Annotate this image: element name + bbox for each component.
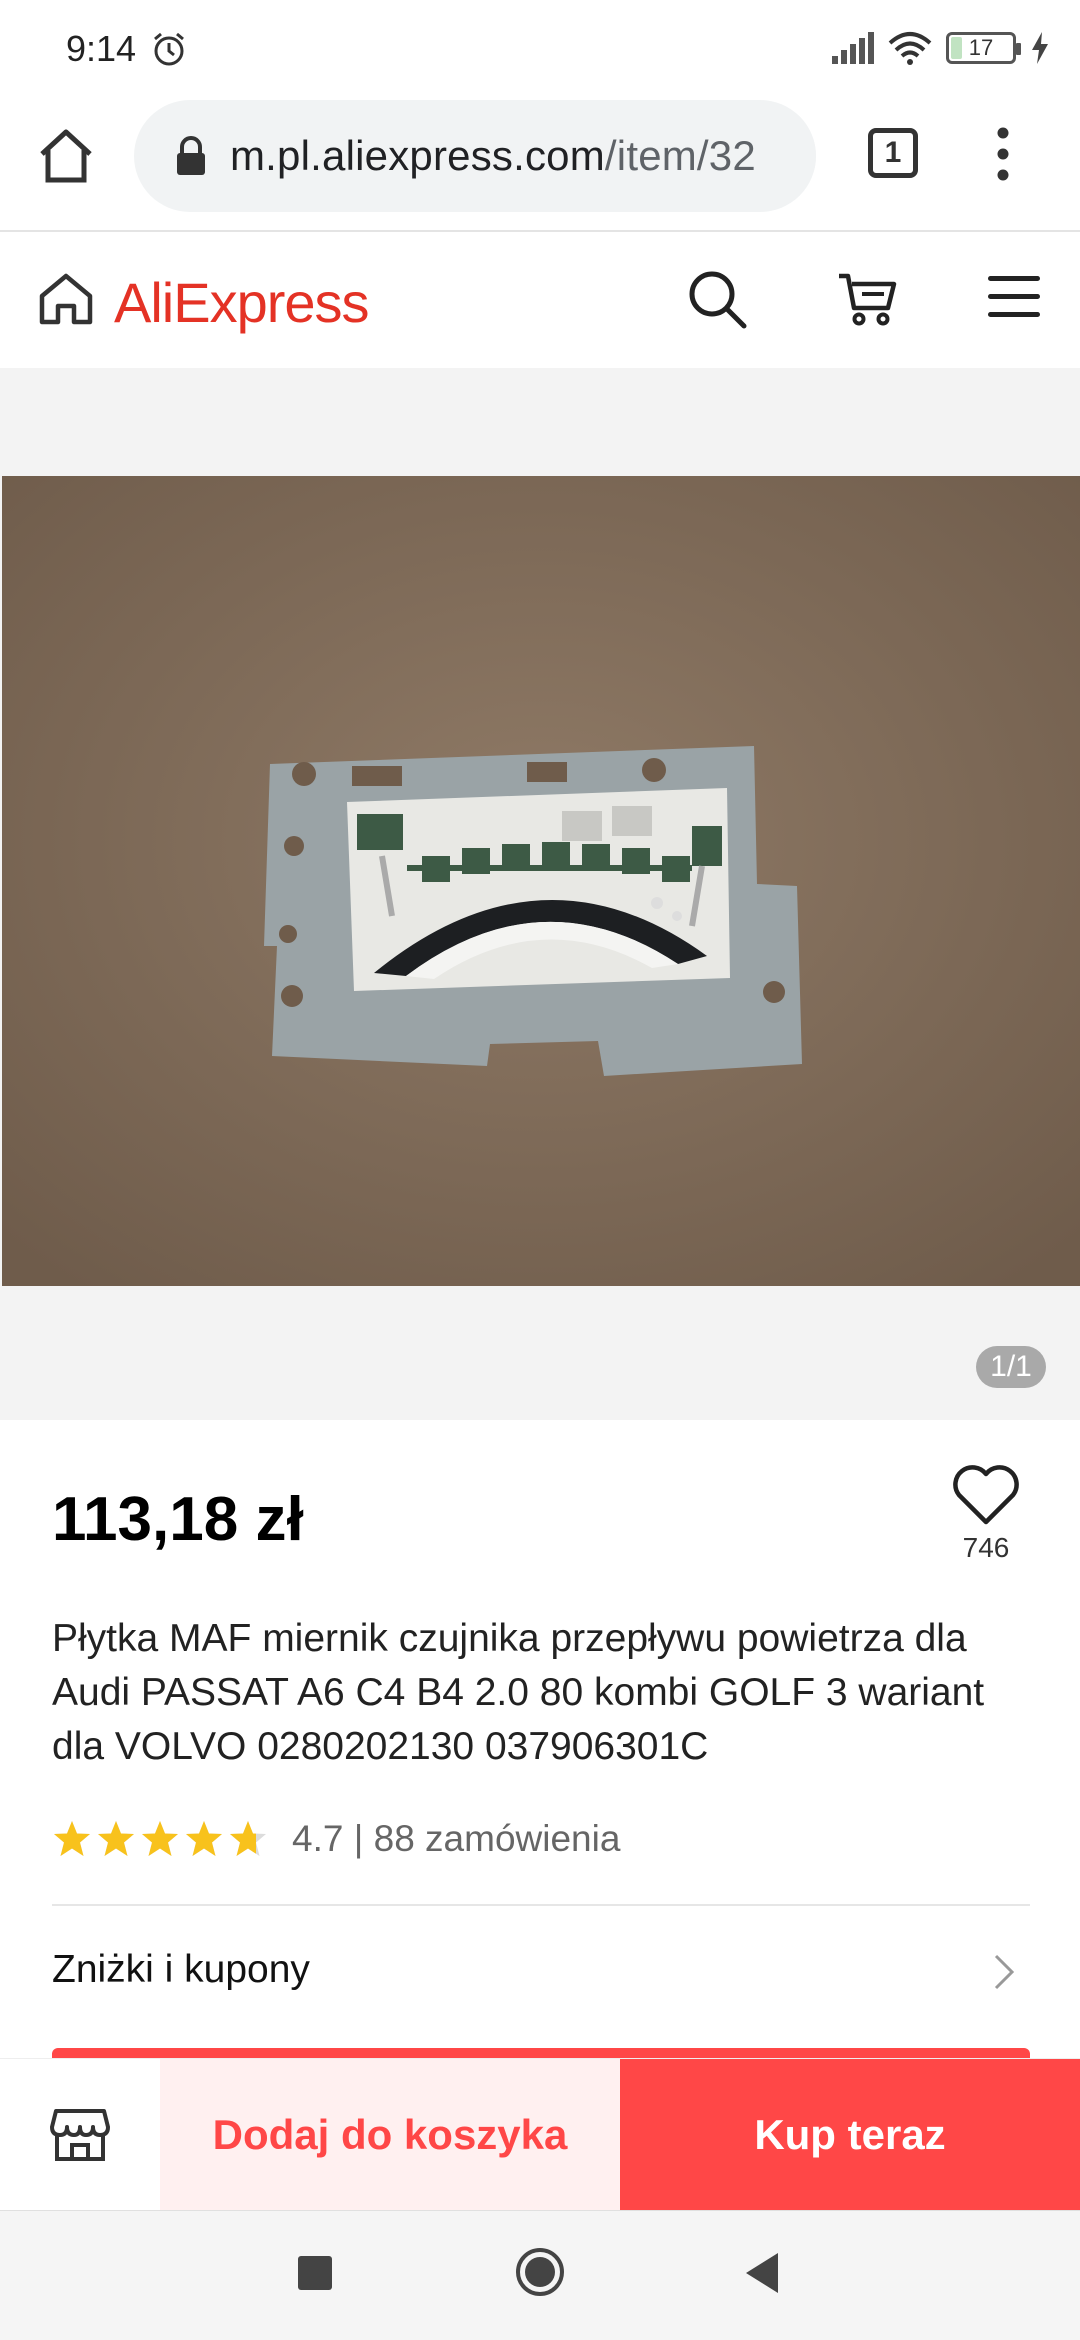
product-price: 113,18 zł — [52, 1485, 304, 1554]
store-icon — [50, 2109, 110, 2161]
site-home-icon[interactable] — [36, 268, 96, 328]
battery-level: 17 — [968, 35, 994, 60]
tabs-icon[interactable]: 1 — [868, 128, 918, 178]
cart-icon[interactable] — [836, 268, 898, 330]
rating-row[interactable]: 4.7 | 88 zamówienia — [52, 1814, 620, 1864]
chevron-right-icon — [994, 1954, 1015, 1990]
url-text: m.pl.aliexpress.com/item/32 — [230, 132, 756, 180]
orders-count: 88 zamówienia — [373, 1818, 621, 1859]
wishlist-count: 746 — [962, 1532, 1010, 1563]
wishlist-button[interactable]: 746 — [944, 1462, 1028, 1564]
star-icon — [142, 1821, 178, 1856]
product-title: Płytka MAF miernik czujnika przepływu po… — [52, 1617, 985, 1768]
system-nav-bar — [0, 2210, 1080, 2340]
browser-home-icon[interactable] — [36, 126, 96, 186]
browser-toolbar: m.pl.aliexpress.com/item/32 1 — [0, 96, 1080, 232]
url-host: m.pl.aliexpress.com — [230, 132, 605, 179]
url-path: /item/32 — [604, 132, 756, 179]
search-icon[interactable] — [686, 268, 748, 330]
star-icon — [230, 1821, 266, 1856]
star-icon — [98, 1821, 134, 1856]
recents-button[interactable] — [298, 2256, 332, 2290]
action-bar: Dodaj do koszyka Kup teraz — [0, 2058, 1080, 2211]
status-bar: 9:14 17 — [0, 0, 1080, 96]
add-to-cart-button[interactable]: Dodaj do koszyka — [160, 2059, 620, 2211]
site-header: AliExpress — [0, 232, 1080, 368]
divider — [52, 1904, 1030, 1906]
nav-home-button[interactable] — [514, 2246, 566, 2298]
battery-fill — [951, 37, 962, 59]
battery-tip — [1016, 43, 1021, 55]
product-image[interactable] — [2, 476, 1080, 1286]
battery-indicator: 17 — [946, 32, 1021, 64]
rating-separator: | — [353, 1818, 364, 1859]
rating-summary: 4.7 | 88 zamówienia — [292, 1818, 620, 1860]
star-icon — [186, 1821, 222, 1856]
alarm-icon — [154, 32, 184, 66]
star-icon — [54, 1821, 90, 1856]
charging-icon — [1032, 32, 1048, 64]
image-counter: 1/1 — [976, 1346, 1046, 1388]
more-icon[interactable] — [990, 126, 1016, 182]
wifi-icon — [888, 32, 932, 65]
rating-stars — [52, 1819, 268, 1859]
product-gallery[interactable]: 1/1 — [0, 368, 1080, 1420]
status-time: 9:14 — [66, 28, 137, 69]
store-button[interactable] — [0, 2059, 160, 2211]
url-fade — [756, 100, 816, 212]
buy-now-button[interactable]: Kup teraz — [620, 2059, 1080, 2211]
lock-icon — [177, 136, 205, 175]
rating-value: 4.7 — [292, 1818, 344, 1859]
signal-icon — [832, 32, 874, 64]
nav-back-button[interactable] — [742, 2251, 782, 2295]
menu-icon[interactable] — [988, 272, 1040, 322]
coupons-label: Zniżki i kupony — [52, 1948, 310, 1991]
url-bar[interactable]: m.pl.aliexpress.com/item/32 — [134, 100, 816, 212]
aliexpress-logo[interactable]: AliExpress — [114, 270, 370, 335]
coupons-row[interactable]: Zniżki i kupony — [52, 1940, 1030, 2000]
heart-icon[interactable] — [951, 1462, 1021, 1528]
